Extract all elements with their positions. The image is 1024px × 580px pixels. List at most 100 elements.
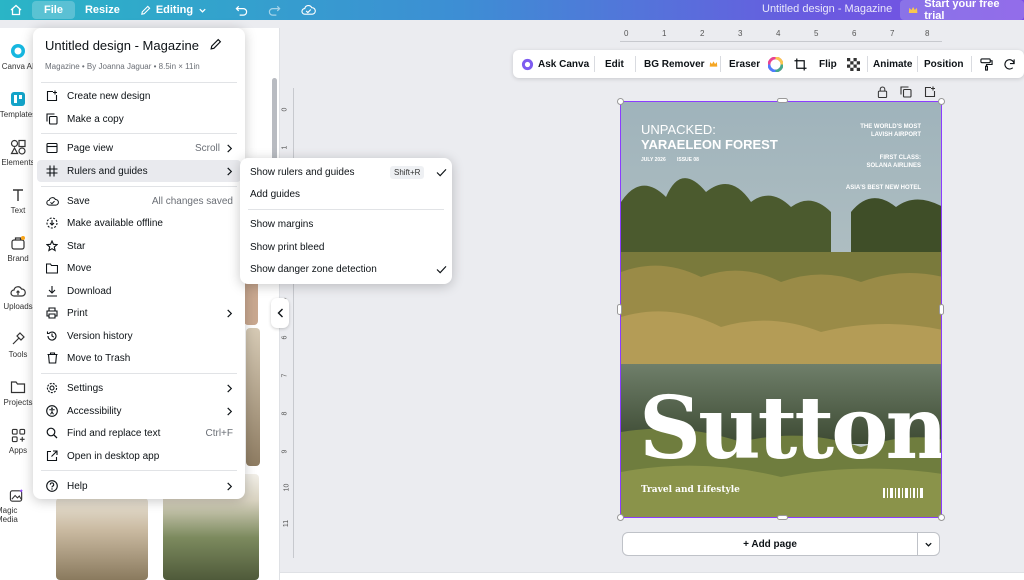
cover-headline[interactable]: YARAELEON FOREST (641, 137, 778, 152)
cover-story-airport-2[interactable]: LAVISH AIRPORT (871, 132, 921, 138)
cover-story-hotel[interactable]: ASIA'S BEST NEW HOTEL (846, 185, 921, 191)
tools-icon (12, 332, 25, 345)
submenu-item-show-margins[interactable]: Show margins (250, 214, 446, 234)
menu-item-make-available-offline[interactable]: Make available offline (37, 212, 241, 234)
menu-item-page-view[interactable]: Page view Scroll (37, 137, 241, 159)
collapse-panel-button[interactable] (271, 298, 289, 328)
transparency-icon (847, 57, 860, 71)
animate-button[interactable]: Animate (873, 50, 912, 78)
cloud-sync-button[interactable] (291, 0, 326, 20)
cover-headline-kicker[interactable]: UNPACKED: (641, 122, 716, 137)
add-page-dropdown[interactable] (918, 532, 940, 556)
crown-icon (908, 7, 918, 13)
submenu-item-add-guides[interactable]: Add guides (250, 184, 446, 204)
rail-item-brand[interactable]: Brand (0, 234, 36, 263)
rail-item-tools[interactable]: Tools (0, 330, 36, 359)
rail-label: Apps (8, 446, 28, 455)
cover-story-first-class-2[interactable]: SOLANA AIRLINES (866, 163, 921, 169)
document-title[interactable]: Untitled design - Magazine (762, 3, 892, 15)
download-icon (47, 286, 57, 297)
templates-icon (11, 92, 25, 106)
menu-item-download[interactable]: Download (37, 280, 241, 302)
file-menu-button[interactable]: File (32, 1, 75, 19)
resize-handle[interactable] (938, 514, 945, 521)
menu-item-accessibility[interactable]: Accessibility (37, 400, 241, 422)
template-thumbnail[interactable] (246, 328, 260, 466)
resize-handle[interactable] (777, 98, 788, 103)
lock-button[interactable] (877, 86, 888, 101)
editing-mode-button[interactable]: Editing (130, 0, 217, 20)
crop-button[interactable] (794, 50, 807, 78)
cover-story-airport-1[interactable]: THE WORLD'S MOST (860, 124, 921, 130)
ask-canva-button[interactable]: Ask Canva (521, 50, 589, 78)
position-button[interactable]: Position (924, 50, 963, 78)
rail-item-apps[interactable]: Apps (0, 426, 36, 455)
menu-item-move[interactable]: Move (37, 257, 241, 279)
menu-item-find-replace[interactable]: Find and replace text Ctrl+F (37, 422, 241, 444)
template-thumbnail[interactable] (56, 498, 148, 580)
menu-item-print[interactable]: Print (37, 302, 241, 324)
edit-button[interactable]: Edit (605, 50, 624, 78)
menu-item-make-copy[interactable]: Make a copy (37, 108, 241, 130)
ruler-tick-label: 1 (662, 29, 667, 38)
resize-handle[interactable] (617, 514, 624, 521)
rename-button[interactable] (209, 38, 222, 54)
resize-handle[interactable] (777, 515, 788, 520)
rail-item-templates[interactable]: Templates (0, 90, 36, 119)
rail-item-canva-ai[interactable]: Canva AI (0, 42, 36, 71)
flip-button[interactable]: Flip (819, 50, 837, 78)
paint-format-button[interactable] (980, 50, 993, 78)
eraser-button[interactable]: Eraser (729, 50, 760, 78)
more-actions-button[interactable] (1003, 50, 1016, 78)
submenu-item-show-print-bleed[interactable]: Show print bleed (250, 237, 446, 257)
resize-handle[interactable] (938, 98, 945, 105)
submenu-item-show-rulers[interactable]: Show rulers and guides Shift+R (250, 162, 447, 182)
bg-remover-button[interactable]: BG Remover (644, 50, 718, 78)
undo-button[interactable] (225, 0, 258, 20)
duplicate-page-button[interactable] (900, 86, 912, 101)
submenu-item-show-danger-zone[interactable]: Show danger zone detection (250, 259, 447, 279)
resize-button[interactable]: Resize (75, 0, 130, 20)
rail-item-text[interactable]: Text (0, 186, 36, 215)
rail-item-elements[interactable]: Elements (0, 138, 36, 167)
add-page-button[interactable]: + Add page (622, 532, 918, 556)
menu-item-label: Create new design (67, 90, 151, 102)
design-page[interactable]: UNPACKED: YARAELEON FOREST JULY 2026 ISS… (620, 101, 942, 518)
ruler-tick-label: 8 (281, 411, 289, 416)
add-page-icon-button[interactable] (924, 86, 936, 101)
menu-item-create-new-design[interactable]: Create new design (37, 85, 241, 107)
menu-item-move-to-trash[interactable]: Move to Trash (37, 347, 241, 369)
masthead-title[interactable]: Sutton (639, 378, 941, 479)
menu-item-open-desktop-app[interactable]: Open in desktop app (37, 445, 241, 467)
menu-design-title[interactable]: Untitled design - Magazine (45, 38, 199, 53)
cover-issue[interactable]: ISSUE 08 (677, 157, 699, 163)
barcode-icon (883, 488, 923, 498)
help-icon (46, 480, 58, 492)
color-adjust-button[interactable] (768, 50, 783, 78)
rail-item-projects[interactable]: Projects (0, 378, 36, 407)
transparency-button[interactable] (847, 50, 860, 78)
free-trial-button[interactable]: Start your free trial (900, 0, 1024, 22)
menu-item-help[interactable]: Help (37, 475, 241, 497)
cover-story-first-class-1[interactable]: FIRST CLASS: (880, 155, 921, 161)
page-view-icon (46, 142, 58, 154)
menu-item-version-history[interactable]: Version history (37, 325, 241, 347)
resize-handle[interactable] (617, 304, 622, 315)
rail-item-uploads[interactable]: Uploads (0, 282, 36, 311)
bottom-bar (280, 572, 1024, 580)
redo-button[interactable] (258, 0, 291, 20)
resize-handle[interactable] (939, 304, 944, 315)
menu-item-save[interactable]: Save All changes saved (37, 190, 241, 212)
projects-icon (10, 381, 26, 394)
resize-handle[interactable] (617, 98, 624, 105)
menu-item-rulers-and-guides[interactable]: Rulers and guides (37, 160, 241, 182)
menu-item-star[interactable]: Star (37, 235, 241, 257)
home-button[interactable] (0, 0, 32, 20)
rail-label: Brand (7, 254, 29, 263)
cover-date[interactable]: JULY 2026 (641, 157, 666, 163)
cover-tagline[interactable]: Travel and Lifestyle (641, 485, 740, 495)
menu-item-settings[interactable]: Settings (37, 377, 241, 399)
menu-item-label: Move (67, 262, 92, 274)
rail-item-magic-media[interactable]: Magic Media (0, 486, 36, 524)
left-rail: Canva AI Templates Elements Text Brand U… (0, 28, 36, 580)
